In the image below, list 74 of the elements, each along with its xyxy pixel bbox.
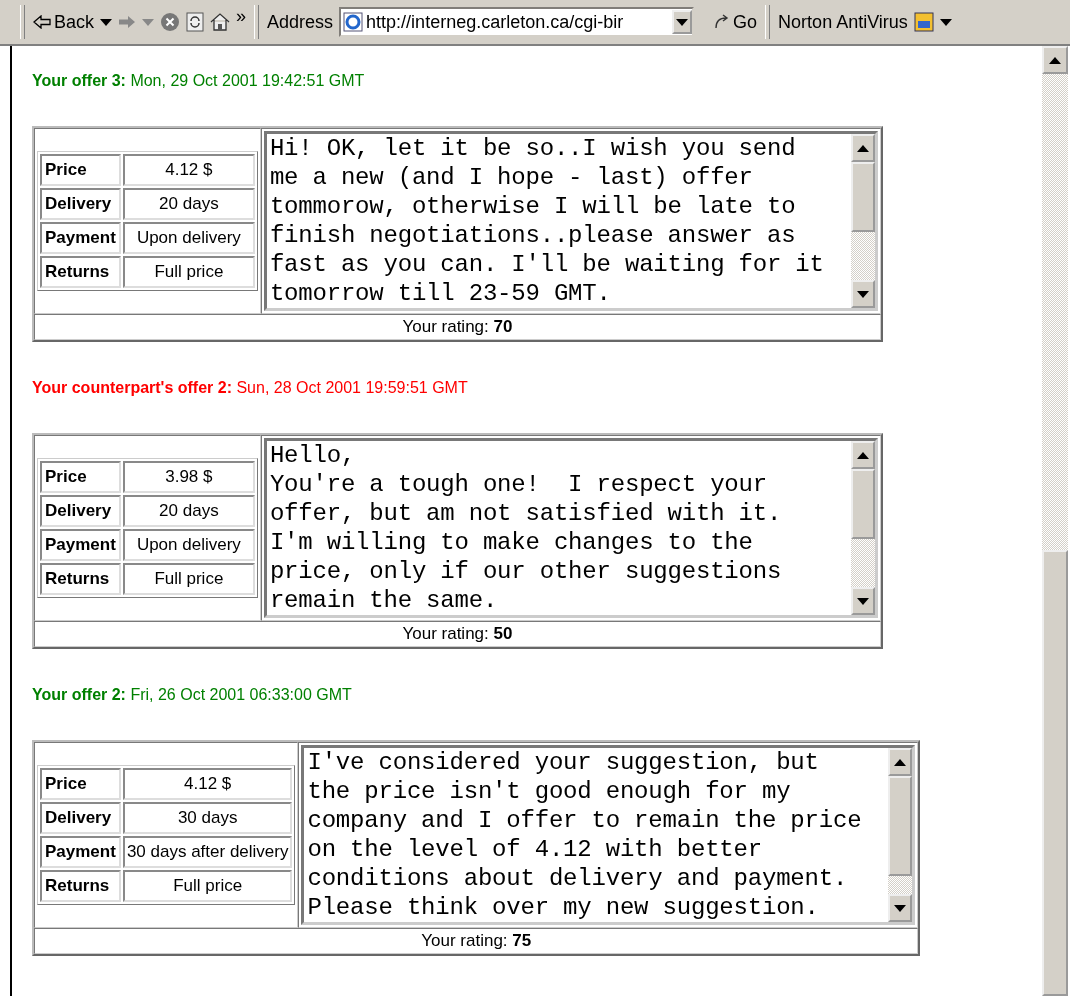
scroll-thumb[interactable]	[888, 776, 913, 876]
term-value: 30 days after delivery	[122, 836, 293, 868]
up-arrow-icon	[856, 451, 869, 459]
term-value: Upon delivery	[122, 529, 255, 561]
term-label: Returns	[40, 256, 121, 288]
message-field[interactable]: Hello, You're a tough one! I respect your offer, but am not satisfied with it. I'm willing to make changes to the price, only if our other suggestions remain the same.	[263, 438, 878, 618]
scrollbar[interactable]	[850, 441, 875, 615]
term-label: Price	[40, 768, 121, 800]
right-arrow-icon	[118, 15, 137, 29]
offer-heading: Your offer 3: Mon, 29 Oct 2001 19:42:51 GMT	[32, 72, 366, 90]
extension-icon[interactable]	[913, 12, 934, 32]
address-label: Address	[267, 11, 334, 33]
term-label: Payment	[40, 222, 121, 254]
term-value: Full price	[122, 563, 255, 595]
back-button[interactable]: Back	[33, 11, 95, 33]
caret-icon	[676, 18, 689, 26]
term-value: 3.98 $	[122, 461, 255, 493]
caret-icon	[142, 18, 155, 26]
up-arrow-icon	[894, 758, 907, 766]
home-icon[interactable]	[210, 13, 231, 31]
term-label: Price	[40, 154, 121, 186]
dropdown-button[interactable]	[672, 10, 693, 34]
up-arrow-icon	[1049, 56, 1061, 64]
page-scrollbar[interactable]	[1042, 46, 1068, 996]
offer-heading: Your counterpart's offer 2: Sun, 28 Oct 2001 19:59:51 GMT	[32, 379, 469, 397]
term-value: 4.12 $	[122, 768, 293, 800]
caret-icon	[939, 18, 952, 26]
term-value: 20 days	[122, 495, 255, 527]
offer-heading: Your offer 2: Fri, 26 Oct 2001 06:33:00 GMT	[32, 686, 353, 704]
down-arrow-icon	[856, 290, 869, 298]
scroll-thumb[interactable]	[850, 162, 875, 232]
scroll-down-button[interactable]	[850, 280, 875, 308]
scrollbar[interactable]	[850, 134, 875, 308]
term-label: Returns	[40, 870, 121, 902]
go-button[interactable]: Go	[714, 11, 758, 33]
term-value: Upon delivery	[122, 222, 255, 254]
term-label: Payment	[40, 529, 121, 561]
rating-text: Your rating: 50	[34, 621, 881, 647]
scroll-up-button[interactable]	[888, 748, 913, 776]
down-arrow-icon	[894, 904, 907, 912]
extension-button[interactable]: Norton AntiVirus	[778, 11, 908, 33]
rating-text: Your rating: 75	[34, 928, 919, 954]
scroll-down-button[interactable]	[850, 587, 875, 615]
term-label: Delivery	[40, 802, 121, 834]
left-arrow-icon	[33, 15, 51, 29]
message-field[interactable]: I've considered your suggestion, but the price isn't good enough for my company and I offer to remain the price on the level of 4.12 with better conditions about delivery and payment. Please think over my new suggestion.	[301, 745, 916, 925]
scroll-thumb[interactable]	[1042, 550, 1068, 996]
forward-button[interactable]	[118, 15, 137, 29]
address-field[interactable]: http://interneg.carleton.ca/cgi-bir	[339, 7, 695, 37]
term-value: 20 days	[122, 188, 255, 220]
caret-icon	[100, 18, 113, 26]
term-label: Price	[40, 461, 121, 493]
scroll-up-button[interactable]	[1042, 46, 1068, 74]
scroll-down-button[interactable]	[888, 894, 913, 922]
scroll-up-button[interactable]	[850, 134, 875, 162]
scrollbar[interactable]	[888, 748, 913, 922]
up-arrow-icon	[856, 144, 869, 152]
term-label: Payment	[40, 836, 121, 868]
term-label: Delivery	[40, 495, 121, 527]
term-label: Returns	[40, 563, 121, 595]
more-button[interactable]: »	[236, 6, 247, 27]
term-label: Delivery	[40, 188, 121, 220]
term-value: Full price	[122, 256, 255, 288]
scroll-up-button[interactable]	[850, 441, 875, 469]
rating-text: Your rating: 70	[34, 314, 881, 340]
message-field[interactable]: Hi! OK, let it be so..I wish you send me a new (and I hope - last) offer tommorow, otherwise I will be late to finish negotiations..please answer as fast as you can. I'll be waiting for it tomorrow till 23-59 GMT.	[263, 131, 878, 311]
refresh-icon[interactable]	[186, 12, 205, 32]
term-value: Full price	[122, 870, 293, 902]
term-value: 30 days	[122, 802, 293, 834]
down-arrow-icon	[856, 597, 869, 605]
scroll-thumb[interactable]	[850, 469, 875, 539]
term-value: 4.12 $	[122, 154, 255, 186]
page-icon	[343, 12, 364, 32]
stop-icon[interactable]	[160, 12, 181, 32]
